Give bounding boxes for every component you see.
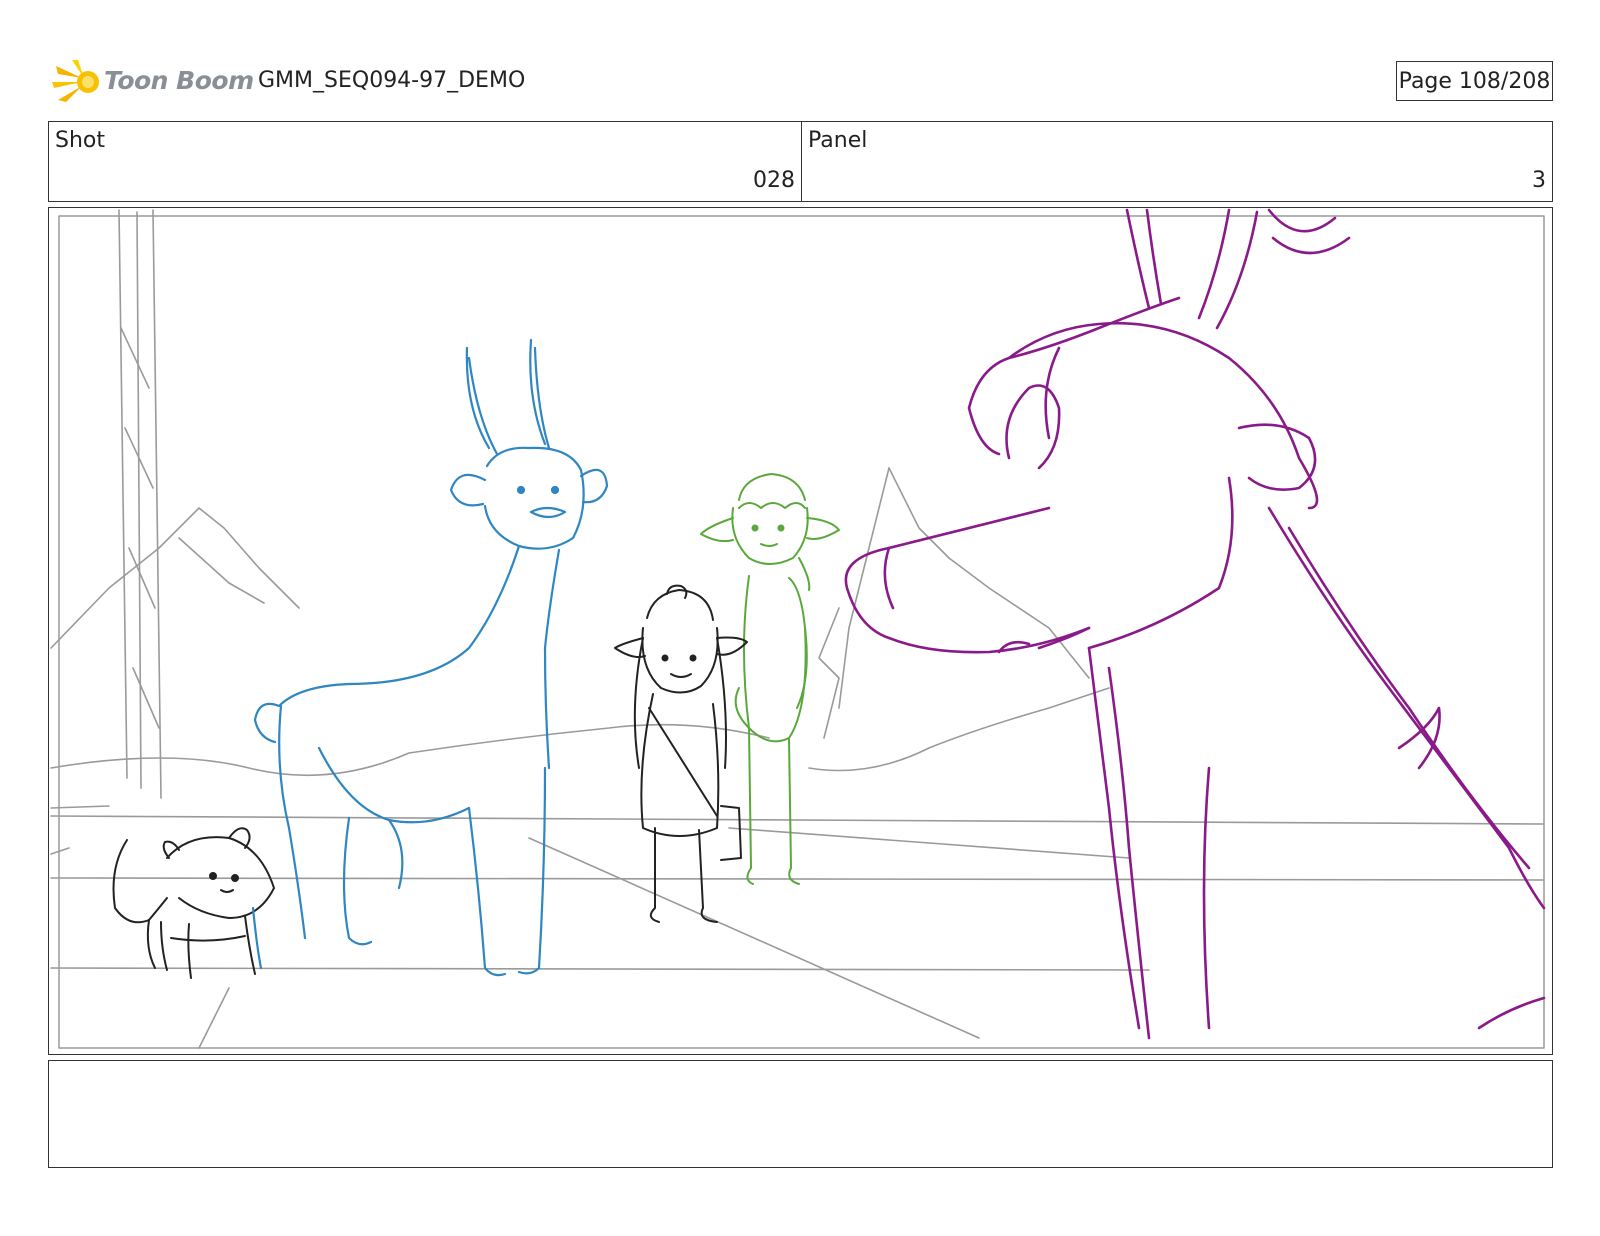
deer-sketch (251, 338, 609, 977)
safe-frame (58, 215, 1545, 1049)
giant-deer-sketch (844, 208, 1546, 1040)
panel-notes-box[interactable] (48, 1060, 1553, 1168)
toon-boom-logo: Toon Boom (52, 56, 254, 110)
small-creature-sketch (112, 827, 275, 979)
panel-cell: Panel 3 (802, 122, 1552, 201)
shot-number: 028 (753, 168, 795, 193)
logo-text: Toon Boom (104, 66, 254, 95)
page-indicator: Page 108/208 (1396, 61, 1553, 101)
storyboard-panel-frame (48, 207, 1553, 1055)
background-sketch (50, 209, 1545, 1049)
shot-cell: Shot 028 (49, 122, 802, 201)
document-title: GMM_SEQ094-97_DEMO (258, 68, 526, 93)
shot-label: Shot (55, 128, 105, 153)
shot-panel-info-bar: Shot 028 Panel 3 (48, 121, 1553, 202)
panel-number: 3 (1532, 168, 1546, 193)
storyboard-sketch (50, 208, 1546, 1049)
sunburst-logo-icon (52, 60, 99, 102)
girl-sketch (614, 584, 748, 923)
panel-label: Panel (808, 128, 868, 153)
boy-sketch (700, 473, 840, 885)
